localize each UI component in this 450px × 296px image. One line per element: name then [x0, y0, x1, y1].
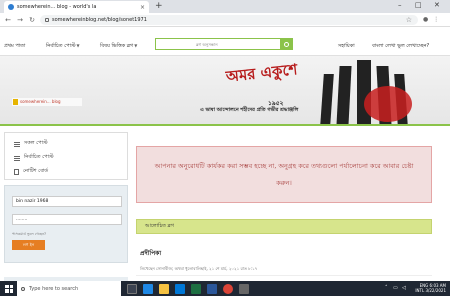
browser-tab-bar: somewherein... blog - world's la × + – □… [0, 0, 450, 13]
sidebar-item-label: সকল পোস্ট [24, 140, 48, 146]
nav-topic-blogs[interactable]: বিষয় ভিত্তিক ব্লগ▼ [100, 43, 137, 51]
browser-tab[interactable]: somewherein... blog - world's la × [4, 1, 149, 13]
address-bar: ← → ↻ somewhereinblog.net/blog/sonet1971… [0, 13, 450, 27]
maximize-icon[interactable]: □ [415, 1, 422, 9]
nav-topic-label: বিষয় ভিত্তিক ব্লগ [100, 43, 134, 49]
forgot-password-link[interactable]: পাসওয়ার্ড ভুলে গেছেন? [12, 232, 46, 238]
divider [136, 275, 432, 276]
bookmark-star-icon[interactable]: ☆ [406, 16, 412, 24]
new-tab-button[interactable]: + [155, 1, 163, 11]
menu-icon[interactable]: ⋮ [433, 16, 439, 23]
search-button[interactable] [280, 38, 292, 50]
chrome-icon[interactable] [223, 283, 233, 294]
sidebar-item-selected-posts[interactable]: নির্বাচিত পোস্ট [14, 154, 54, 162]
reload-icon[interactable]: ↻ [28, 16, 36, 24]
tab-close-icon[interactable]: × [140, 4, 145, 11]
network-icon[interactable]: ▭ [393, 285, 398, 291]
chevron-down-icon: ▼ [76, 43, 80, 48]
sidebar-item-label: নোটিশ বোর্ড [23, 168, 49, 174]
site-favicon [8, 4, 14, 10]
username-field[interactable]: bin nazir 1968 [12, 196, 122, 207]
shaheed-minar-pillar [336, 66, 352, 124]
app-icon[interactable] [239, 283, 249, 294]
nav-selected-label: নির্বাচিত পোস্ট [46, 43, 76, 49]
error-alert: আপনার অনুরোধটি কার্যকর করা সম্ভব হচ্ছে ন… [136, 146, 432, 203]
taskbar-search-placeholder: Type here to search [29, 285, 79, 292]
sidebar-item-label: নির্বাচিত পোস্ট [24, 154, 54, 160]
post-title[interactable]: প্রদীপিকা [140, 248, 161, 259]
nav-bangla-typing-help[interactable]: বাংলা লেখা ভুল লেখাচ্ছেন? [372, 43, 429, 51]
site-logo[interactable]: somewherein... blog [12, 98, 82, 106]
word-icon[interactable] [207, 283, 217, 294]
back-icon[interactable]: ← [4, 16, 12, 24]
close-window-icon[interactable]: ✕ [434, 1, 440, 9]
sidebar-item-notice-board[interactable]: নোটিশ বোর্ড [14, 168, 48, 176]
search-icon [21, 286, 25, 291]
password-field[interactable]: ........ [12, 214, 122, 225]
sidebar-item-all-posts[interactable]: সকল পোস্ট [14, 140, 48, 148]
chevron-down-icon: ▼ [134, 43, 138, 48]
blog-search [155, 38, 293, 50]
windows-taskbar: Type here to search [0, 281, 450, 296]
post-meta: লিখেছেন সোনাবীজ; অথবা ধুলোবালিছাই, ২১ শে… [140, 266, 258, 271]
red-sun-splash [364, 86, 412, 122]
shaheed-minar-pillar [320, 74, 334, 124]
system-tray[interactable]: ENG 6:03 AM INTL 3/22/2021 [415, 283, 446, 293]
forward-icon[interactable]: → [16, 16, 24, 24]
taskbar-search[interactable]: Type here to search [17, 281, 121, 296]
store-icon[interactable] [175, 283, 185, 294]
volume-icon[interactable]: ◁ [402, 285, 406, 291]
search-input[interactable] [156, 41, 280, 47]
minimize-icon[interactable]: – [398, 1, 402, 9]
tab-title: somewherein... blog - world's la [17, 4, 97, 10]
language-sub: INTL [415, 288, 425, 293]
login-button[interactable]: লগ ইন [12, 240, 45, 250]
list-icon [14, 155, 20, 161]
excel-icon[interactable] [191, 283, 201, 294]
search-icon [283, 41, 289, 47]
tray-up-icon[interactable]: ˄ [385, 285, 388, 291]
lock-icon [45, 17, 49, 22]
file-explorer-icon[interactable] [159, 283, 169, 294]
windows-start-icon[interactable] [5, 284, 13, 293]
url-field[interactable]: somewhereinblog.net/blog/sonet1971 ☆ [40, 14, 418, 25]
task-view-icon[interactable] [127, 283, 137, 294]
nav-selected-posts[interactable]: নির্বাচিত পোস্ট▼ [46, 43, 80, 51]
clock-date: 3/22/2021 [425, 288, 446, 293]
nav-help[interactable]: সহায়িকা [338, 43, 355, 51]
notepad-icon [14, 169, 19, 175]
profile-icon[interactable]: ● [423, 16, 428, 23]
discussed-blogs-heading: আলোচিত ব্লগ [136, 219, 432, 234]
edge-icon[interactable] [143, 283, 153, 294]
banner-tagline: এ ভাষা আন্দোলনে শহীদের প্রতি গভীর শ্রদ্ধ… [200, 107, 299, 113]
nav-home[interactable]: প্রথম পাতা [4, 43, 25, 51]
url-text: somewhereinblog.net/blog/sonet1971 [52, 16, 147, 23]
list-icon [14, 141, 20, 147]
